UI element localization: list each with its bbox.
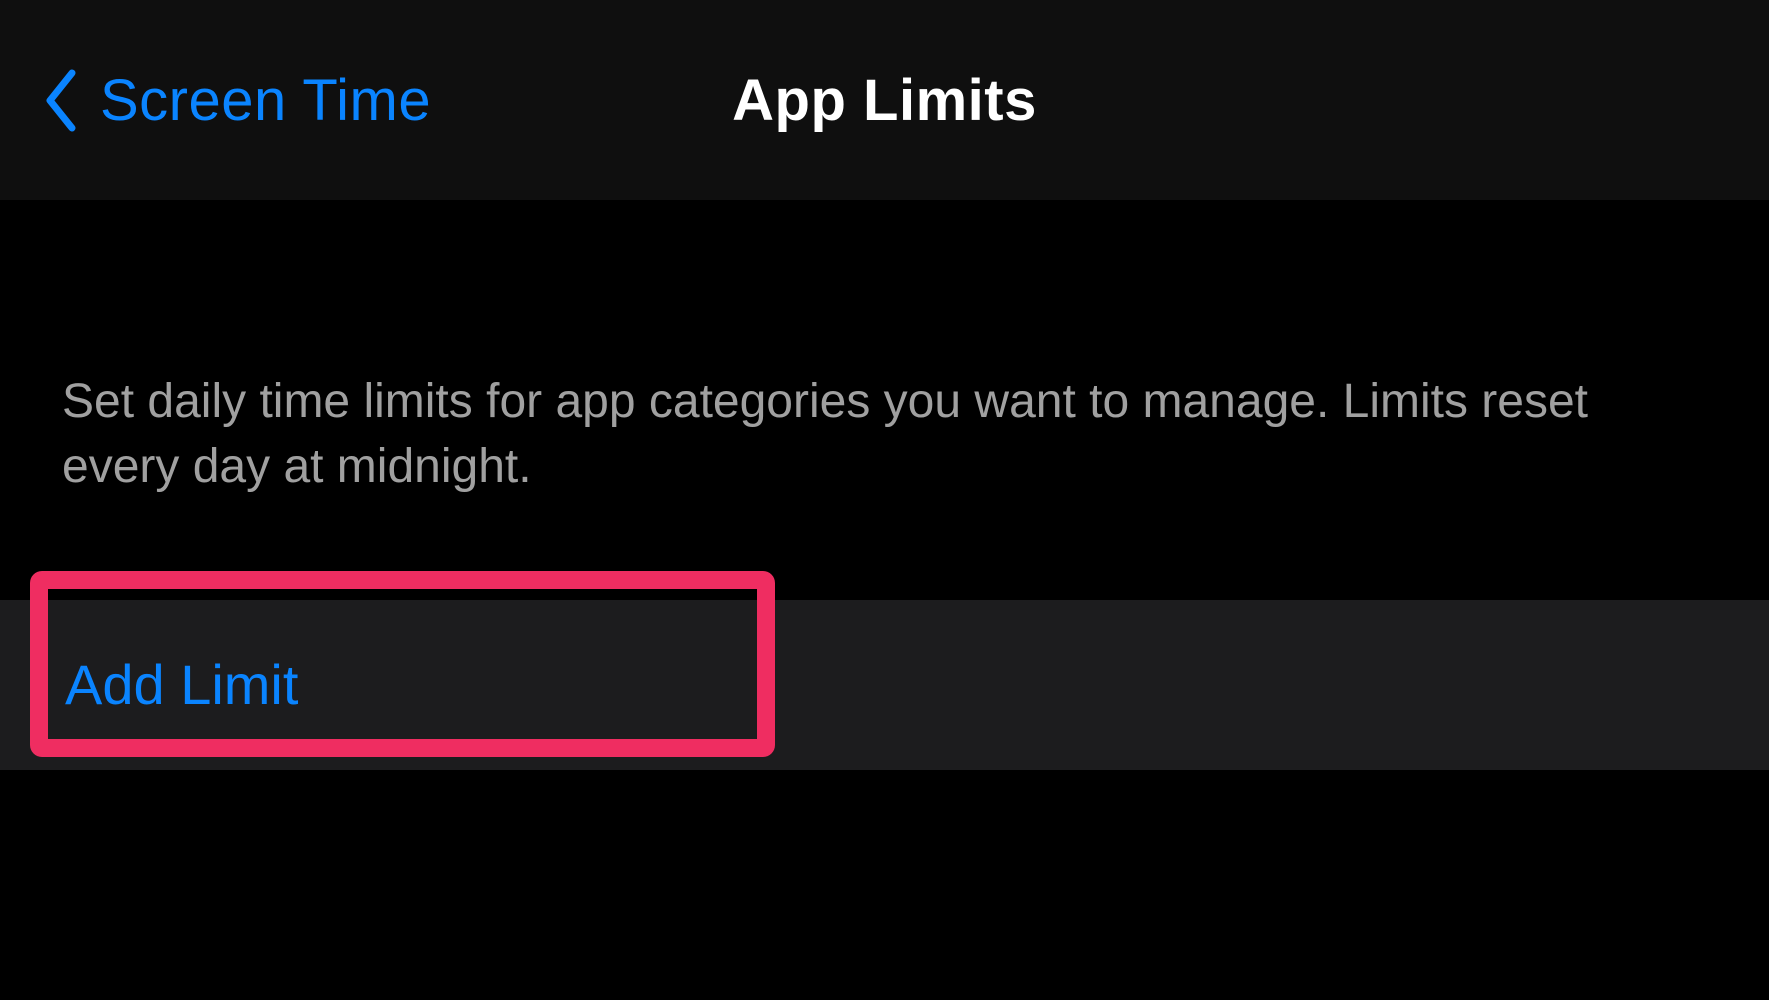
navigation-bar: Screen Time App Limits xyxy=(0,0,1769,200)
chevron-left-icon xyxy=(42,68,78,133)
add-limit-label: Add Limit xyxy=(65,652,298,717)
section-description: Set daily time limits for app categories… xyxy=(0,200,1769,600)
page-title: App Limits xyxy=(732,67,1037,134)
content-area: Set daily time limits for app categories… xyxy=(0,200,1769,770)
back-button-label: Screen Time xyxy=(100,67,431,134)
add-limit-button[interactable]: Add Limit xyxy=(0,600,1769,770)
back-button[interactable]: Screen Time xyxy=(42,67,431,134)
